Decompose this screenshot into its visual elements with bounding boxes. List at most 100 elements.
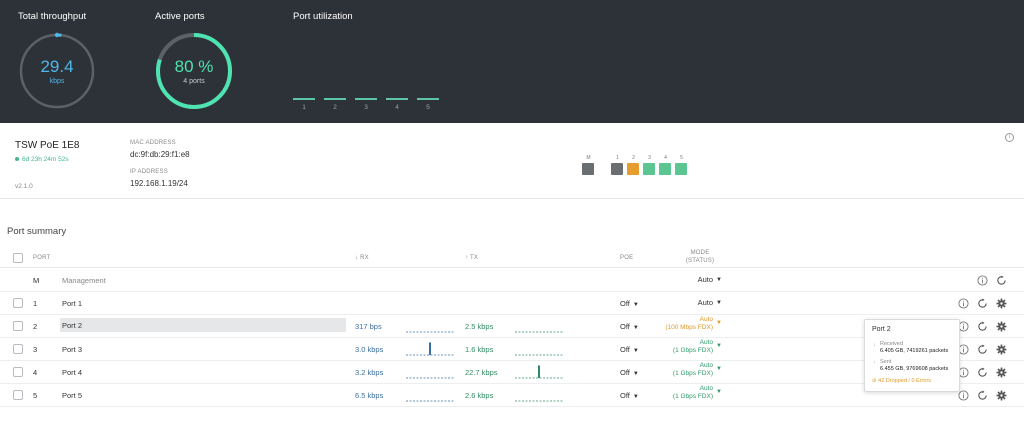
link-status: (1 Gbps FDX) bbox=[672, 347, 713, 354]
port-number: 3 bbox=[33, 345, 38, 354]
error-text: 42 Dropped / 0 Errors bbox=[878, 378, 932, 384]
chevron-down-icon: ▼ bbox=[632, 348, 639, 354]
port-row-m[interactable]: M Management Auto ▼ bbox=[0, 269, 1024, 292]
poe-select[interactable]: Off ▼ bbox=[620, 322, 639, 333]
row-checkbox[interactable] bbox=[13, 367, 23, 377]
row-checkbox[interactable] bbox=[13, 390, 23, 400]
rx-rate: 3.2 kbps bbox=[355, 368, 384, 377]
table-header: PORT ↓ RX ↑ TX POE MODE (STATUS) bbox=[0, 248, 1024, 268]
active-ports-count: 4 ports bbox=[183, 78, 205, 85]
chevron-down-icon: ▼ bbox=[716, 389, 722, 395]
rx-sparkline bbox=[406, 364, 454, 379]
gear-icon[interactable] bbox=[996, 321, 1007, 332]
restart-icon[interactable] bbox=[977, 298, 988, 309]
header-mode[interactable]: MODE bbox=[680, 250, 720, 256]
port-map-label-m: M bbox=[586, 155, 591, 161]
chevron-down-icon: ▼ bbox=[716, 366, 722, 372]
rx-sparkline bbox=[406, 387, 454, 402]
header-rx[interactable]: ↓ RX bbox=[355, 255, 369, 261]
port-map-label-3: 3 bbox=[648, 155, 651, 161]
tx-rate: 2.5 kbps bbox=[465, 322, 494, 331]
poe-value: Off bbox=[620, 368, 630, 377]
port-number: 4 bbox=[33, 368, 38, 377]
chevron-down-icon: ▼ bbox=[632, 394, 639, 400]
restart-icon[interactable] bbox=[977, 344, 988, 355]
mode-select[interactable]: Auto (1 Gbps FDX) bbox=[655, 339, 713, 355]
port-summary-title: Port summary bbox=[7, 226, 67, 237]
util-bar-5 bbox=[417, 98, 439, 100]
header-poe[interactable]: POE bbox=[620, 255, 633, 261]
poe-value: Off bbox=[620, 322, 630, 331]
tx-sparkline bbox=[515, 318, 563, 333]
restart-icon[interactable] bbox=[996, 275, 1007, 286]
port-name[interactable]: Port 5 bbox=[62, 391, 82, 400]
port-map-1[interactable] bbox=[611, 163, 623, 175]
row-checkbox[interactable] bbox=[13, 298, 23, 308]
gear-icon[interactable] bbox=[996, 367, 1007, 378]
throughput-title: Total throughput bbox=[18, 11, 87, 22]
port-name[interactable]: Port 4 bbox=[62, 368, 82, 377]
firmware-version: v2.1.0 bbox=[15, 183, 33, 190]
throughput-unit: kbps bbox=[49, 78, 65, 85]
poe-select[interactable]: Off ▼ bbox=[620, 391, 639, 402]
info-icon[interactable] bbox=[977, 275, 988, 286]
ip-value: 192.168.1.19/24 bbox=[130, 179, 188, 188]
tx-sparkline bbox=[515, 364, 563, 379]
mode-value: Auto bbox=[699, 316, 713, 323]
throughput-gauge: 29.4 kbps bbox=[17, 31, 97, 111]
port-map-m[interactable] bbox=[582, 163, 594, 175]
mode-select[interactable]: Auto (1 Gbps FDX) bbox=[655, 385, 713, 401]
util-label-1: 1 bbox=[302, 104, 306, 111]
ip-label: IP ADDRESS bbox=[130, 169, 168, 175]
gear-icon[interactable] bbox=[996, 298, 1007, 309]
info-icon[interactable] bbox=[958, 298, 969, 309]
port-number: M bbox=[33, 276, 40, 285]
received-arrow-icon: ↓ bbox=[873, 342, 876, 348]
port-name[interactable]: Management bbox=[62, 276, 106, 285]
header-tx[interactable]: ↑ TX bbox=[465, 255, 478, 261]
poe-value: Off bbox=[620, 391, 630, 400]
port-row-1[interactable]: 1 Port 1 Off ▼ Auto ▼ bbox=[0, 292, 1024, 315]
row-checkbox[interactable] bbox=[13, 321, 23, 331]
restart-icon[interactable] bbox=[977, 321, 988, 332]
port-map-label-1: 1 bbox=[616, 155, 619, 161]
mode-select[interactable]: Auto bbox=[655, 299, 713, 307]
device-uptime: 6d 23h 24m 52s bbox=[15, 156, 69, 163]
chevron-down-icon: ▼ bbox=[716, 300, 722, 306]
mode-select[interactable]: Auto (100 Mbps FDX) bbox=[655, 316, 713, 332]
chevron-down-icon: ▼ bbox=[632, 325, 639, 331]
sent-label: Sent bbox=[880, 359, 892, 365]
select-all-checkbox[interactable] bbox=[13, 253, 23, 263]
device-info-icon[interactable]: i bbox=[1005, 133, 1014, 142]
restart-icon[interactable] bbox=[977, 367, 988, 378]
poe-select[interactable]: Off ▼ bbox=[620, 368, 639, 379]
mode-select[interactable]: Auto bbox=[655, 276, 713, 284]
port-name[interactable]: Port 3 bbox=[62, 345, 82, 354]
info-icon[interactable] bbox=[958, 390, 969, 401]
chevron-down-icon: ▼ bbox=[716, 343, 722, 349]
port-name[interactable]: Port 1 bbox=[62, 299, 82, 308]
port-name-input[interactable]: Port 2 bbox=[60, 318, 346, 332]
port-map-5[interactable] bbox=[675, 163, 687, 175]
popover-title: Port 2 bbox=[872, 326, 891, 333]
mode-select[interactable]: Auto (1 Gbps FDX) bbox=[655, 362, 713, 378]
restart-icon[interactable] bbox=[977, 390, 988, 401]
stats-bar: Total throughput 29.4 kbps Active ports … bbox=[0, 0, 1024, 123]
tx-rate: 22.7 kbps bbox=[465, 368, 498, 377]
port-map-2[interactable] bbox=[627, 163, 639, 175]
device-name: TSW PoE 1E8 bbox=[15, 140, 80, 151]
port-map-label-5: 5 bbox=[680, 155, 683, 161]
gear-icon[interactable] bbox=[996, 390, 1007, 401]
poe-select[interactable]: Off ▼ bbox=[620, 299, 639, 310]
mac-value: dc:9f:db:29:f1:e8 bbox=[130, 150, 190, 159]
mode-value: Auto bbox=[697, 298, 713, 307]
row-checkbox[interactable] bbox=[13, 344, 23, 354]
header-port[interactable]: PORT bbox=[33, 255, 50, 261]
port-map-4[interactable] bbox=[659, 163, 671, 175]
poe-select[interactable]: Off ▼ bbox=[620, 345, 639, 356]
port-map-3[interactable] bbox=[643, 163, 655, 175]
port-number: 2 bbox=[33, 322, 38, 331]
mode-value: Auto bbox=[697, 275, 713, 284]
gear-icon[interactable] bbox=[996, 344, 1007, 355]
tx-rate: 2.6 kbps bbox=[465, 391, 494, 400]
